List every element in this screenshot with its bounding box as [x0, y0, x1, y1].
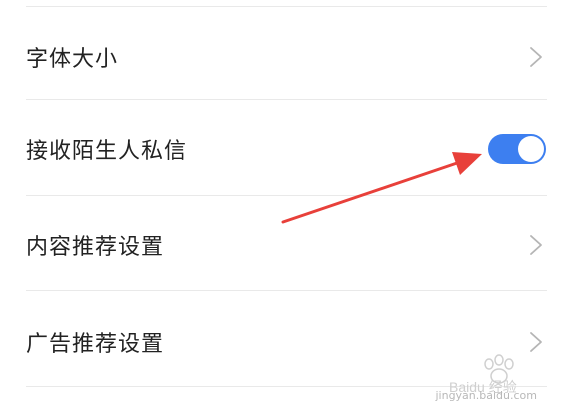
- chevron-right-icon: [530, 235, 542, 255]
- settings-row-stranger-messages: 接收陌生人私信: [0, 102, 569, 196]
- settings-row-label: 内容推荐设置: [26, 235, 165, 260]
- chevron-right-icon: [530, 332, 542, 352]
- toggle-knob: [518, 136, 544, 162]
- watermark-url: jingyan.baidu.com: [435, 389, 537, 402]
- divider: [26, 195, 547, 196]
- divider: [26, 290, 547, 291]
- settings-row-label: 广告推荐设置: [26, 332, 165, 357]
- settings-row-content-recommendation[interactable]: 内容推荐设置: [0, 198, 569, 292]
- settings-row-label: 接收陌生人私信: [26, 139, 188, 164]
- divider: [26, 99, 547, 100]
- stranger-messages-toggle[interactable]: [488, 134, 546, 164]
- settings-row-label: 字体大小: [26, 47, 119, 72]
- chevron-right-icon: [530, 47, 542, 67]
- settings-row-font-size[interactable]: 字体大小: [0, 10, 569, 104]
- divider-top: [26, 6, 547, 7]
- settings-screen: 字体大小 接收陌生人私信 内容推荐设置 广告推荐设置 Baidu 经验 jing…: [0, 0, 569, 410]
